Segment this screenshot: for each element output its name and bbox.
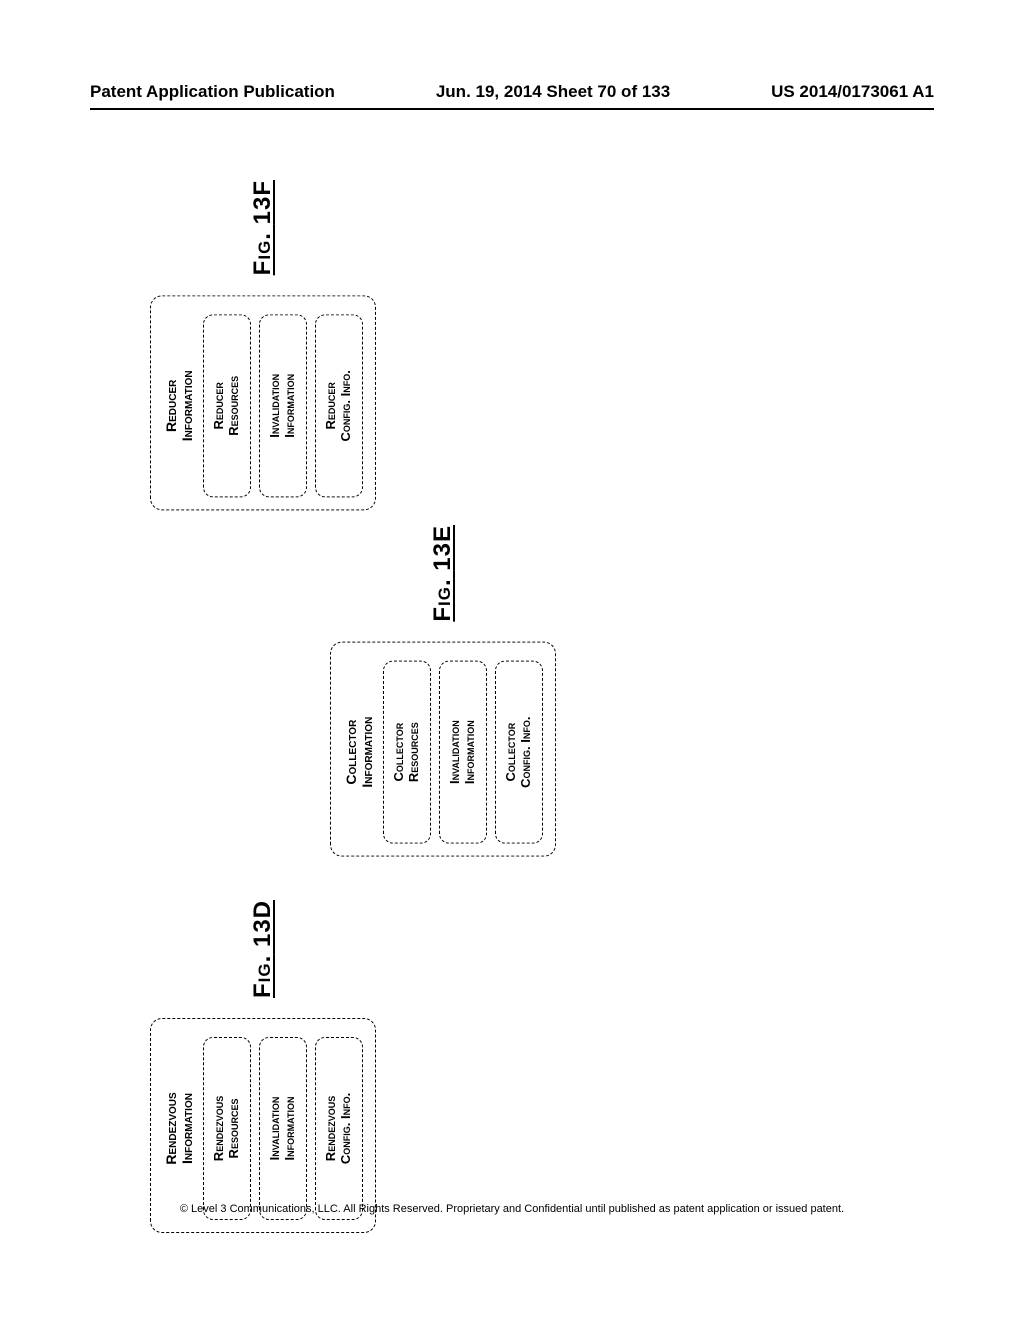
box-line: Information [462, 720, 477, 784]
collector-info-box: Collector Information Collector Resource… [330, 642, 556, 857]
caption-number: 13D [249, 900, 276, 947]
box-line: Reducer [211, 382, 226, 429]
reducer-info-title: Reducer Information [163, 314, 195, 497]
header-center: Jun. 19, 2014 Sheet 70 of 133 [436, 82, 670, 102]
figure-caption-13d: Fig. 13D [249, 900, 277, 998]
caption-prefix: Fig. [249, 955, 276, 998]
box-line: Resources [226, 376, 241, 436]
caption-number: 13F [249, 180, 276, 224]
rendezvous-resources-box: Rendezvous Resources [203, 1037, 251, 1220]
header-right: US 2014/0173061 A1 [771, 82, 934, 102]
rendezvous-config-box: Rendezvous Config. Info. [315, 1037, 363, 1220]
box-line: Resources [406, 722, 421, 782]
rendezvous-info-title: Rendezvous Information [163, 1037, 195, 1220]
collector-info-title: Collector Information [343, 661, 375, 844]
title-line: Information [179, 1093, 195, 1164]
title-line: Rendezvous [163, 1092, 179, 1164]
box-line: Rendezvous [323, 1096, 338, 1161]
collector-resources-box: Collector Resources [383, 661, 431, 844]
invalidation-info-box: Invalidation Information [439, 661, 487, 844]
footer-copyright: © Level 3 Communications, LLC. All Right… [0, 1203, 1024, 1215]
content-area: Reducer Information Reducer Resources In… [90, 140, 934, 1160]
page-header: Patent Application Publication Jun. 19, … [90, 82, 934, 102]
caption-prefix: Fig. [429, 578, 456, 621]
reducer-info-box: Reducer Information Reducer Resources In… [150, 295, 376, 510]
figure-caption-13e: Fig. 13E [429, 525, 457, 622]
box-line: Config. Info. [338, 370, 353, 441]
box-line: Information [282, 374, 297, 438]
header-left: Patent Application Publication [90, 82, 335, 102]
header-rule [90, 108, 934, 110]
box-line: Collector [391, 723, 406, 782]
box-line: Rendezvous [211, 1096, 226, 1161]
reducer-resources-box: Reducer Resources [203, 314, 251, 497]
title-line: Reducer [163, 380, 179, 432]
reducer-config-box: Reducer Config. Info. [315, 314, 363, 497]
invalidation-info-box: Invalidation Information [259, 314, 307, 497]
invalidation-info-box: Invalidation Information [259, 1037, 307, 1220]
figure-caption-13f: Fig. 13F [249, 180, 277, 275]
caption-prefix: Fig. [249, 232, 276, 275]
box-line: Invalidation [267, 374, 282, 438]
box-line: Invalidation [447, 720, 462, 784]
box-line: Reducer [323, 382, 338, 429]
figure-13e: Collector Information Collector Resource… [330, 525, 550, 865]
caption-number: 13E [429, 525, 456, 571]
figure-13d: Rendezvous Information Rendezvous Resour… [150, 900, 370, 1240]
box-line: Collector [503, 723, 518, 782]
box-line: Information [282, 1097, 297, 1161]
collector-config-box: Collector Config. Info. [495, 661, 543, 844]
box-line: Config. Info. [338, 1093, 353, 1164]
figure-13f: Reducer Information Reducer Resources In… [150, 180, 370, 520]
title-line: Information [359, 717, 375, 788]
box-line: Config. Info. [518, 716, 533, 787]
box-line: Invalidation [267, 1097, 282, 1161]
box-line: Resources [226, 1099, 241, 1159]
title-line: Collector [343, 720, 359, 785]
rendezvous-info-box: Rendezvous Information Rendezvous Resour… [150, 1018, 376, 1233]
title-line: Information [179, 370, 195, 441]
